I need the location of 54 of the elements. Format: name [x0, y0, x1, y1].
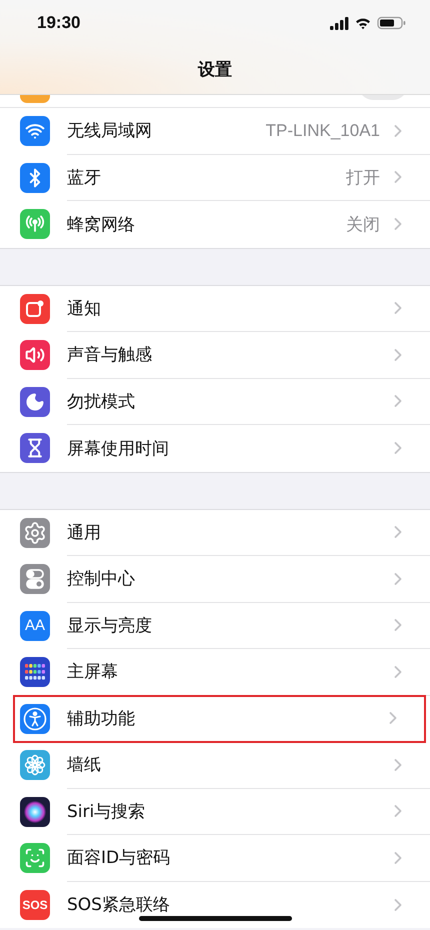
row-value: TP-LINK_10A1 [266, 120, 380, 141]
row-label: 通知 [67, 298, 102, 320]
hourglass-icon [25, 438, 45, 458]
row-label: 控制中心 [67, 568, 136, 590]
row-label: Siri与搜索 [67, 800, 146, 823]
signal-icon [330, 16, 348, 30]
row-label: SOS紧急联络 [67, 894, 171, 916]
settings-row[interactable]: AA 显示与亮度 [0, 602, 430, 649]
icon-text: SOS [22, 898, 48, 912]
settings-row[interactable]: 声音与触感 [0, 332, 430, 378]
status-time: 19:30 [37, 12, 80, 32]
settings-row[interactable]: 蓝牙 打开 [0, 154, 430, 201]
settings-icon [23, 520, 47, 545]
app-grid-icon [24, 663, 46, 682]
row-value: 打开 [346, 166, 380, 189]
settings-row[interactable]: 蜂窝网络 关闭 [0, 201, 430, 248]
settings-row[interactable]: Siri与搜索 [0, 788, 430, 835]
highlighted-settings-row[interactable]: 辅助功能 [14, 696, 425, 742]
flower-icon [24, 754, 46, 776]
wifi-icon [25, 121, 45, 142]
moon-icon [25, 392, 45, 412]
row-label: 屏幕使用时间 [67, 438, 170, 460]
antenna-icon [25, 214, 45, 234]
row-label: 无线局域网 [67, 120, 153, 142]
settings-row[interactable]: 勿扰模式 [0, 378, 430, 425]
face-scan-icon [24, 847, 46, 870]
settings-row[interactable]: 墙纸 [0, 742, 430, 788]
accessibility-icon [23, 706, 47, 731]
row-label: 墙纸 [67, 754, 102, 776]
page-title: 设置 [198, 59, 232, 82]
settings-row[interactable]: 主屏幕 [0, 649, 430, 696]
row-label: 面容ID与密码 [67, 847, 172, 870]
toggles-icon [25, 568, 45, 590]
row-label: 主屏幕 [67, 661, 119, 684]
row-label: 声音与触感 [67, 344, 153, 366]
wifi-icon [356, 18, 370, 29]
icon-text: AA [24, 617, 45, 634]
row-label: 蓝牙 [67, 166, 102, 189]
row-label: 通用 [67, 522, 102, 544]
speaker-icon [25, 345, 45, 366]
battery-icon [377, 16, 406, 29]
row-label: 显示与亮度 [67, 614, 153, 637]
row-label: 蜂窝网络 [67, 214, 136, 236]
notification-icon [25, 298, 45, 319]
row-label: 勿扰模式 [67, 390, 136, 413]
row-value: 关闭 [346, 214, 380, 236]
settings-row[interactable]: 面容ID与密码 [0, 835, 430, 882]
settings-row[interactable]: 屏幕使用时间 [0, 425, 430, 472]
siri-orb-icon [23, 800, 47, 824]
settings-row[interactable]: 通知 [0, 286, 430, 332]
row-label: 辅助功能 [67, 708, 136, 730]
settings-row[interactable]: 通用 [0, 510, 430, 556]
settings-row[interactable]: 控制中心 [0, 556, 430, 602]
settings-row[interactable]: 无线局域网 TP-LINK_10A1 [0, 108, 430, 154]
